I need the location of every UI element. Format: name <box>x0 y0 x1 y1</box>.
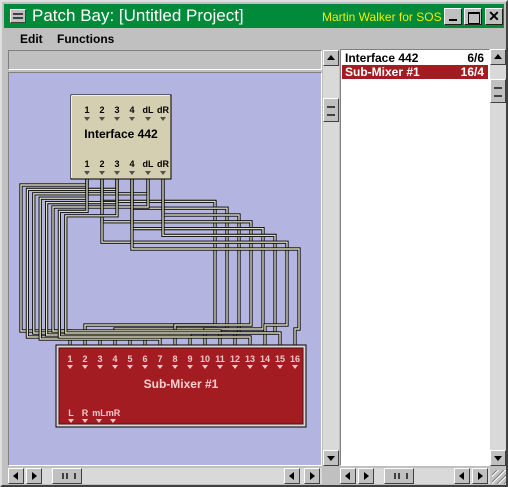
interface-input-label: dR <box>157 105 169 115</box>
device-list-item[interactable]: Sub-Mixer #1 16/4 <box>342 65 488 79</box>
submixer-input-label: 9 <box>187 354 192 364</box>
device-list[interactable]: Interface 442 6/6 Sub-Mixer #1 16/4 <box>340 49 490 466</box>
interface-device[interactable]: 1 2 3 4 dL dR 1 2 3 4 dL dR Interface 442 <box>70 94 172 180</box>
scroll-left-icon[interactable] <box>8 468 24 484</box>
list-scroll-left-end-icon[interactable] <box>454 468 470 484</box>
title-credit: Martin Walker for SOS <box>322 10 442 24</box>
list-scroll-up-icon[interactable] <box>490 49 506 65</box>
interface-output-label: 3 <box>114 159 119 169</box>
submixer-input-label: 16 <box>290 354 300 364</box>
submixer-input-label: 15 <box>275 354 285 364</box>
patch-canvas[interactable]: 1 2 3 4 dL dR 1 2 3 4 dL dR Interface 442 12345678… <box>8 72 322 466</box>
scroll-thumb[interactable] <box>323 98 339 122</box>
device-list-name: Interface 442 <box>345 51 419 65</box>
submixer-input-label: 8 <box>172 354 177 364</box>
interface-input-label: 3 <box>114 105 119 115</box>
list-vertical-scrollbar[interactable] <box>490 49 506 466</box>
list-scroll-right-icon[interactable] <box>358 468 374 484</box>
device-list-count: 6/6 <box>467 51 484 65</box>
canvas-horizontal-scrollbar[interactable] <box>8 468 322 484</box>
submixer-input-label: 2 <box>82 354 87 364</box>
list-scroll-down-icon[interactable] <box>490 450 506 466</box>
scroll-right-icon[interactable] <box>26 468 42 484</box>
canvas-header <box>8 50 322 70</box>
interface-output-label: 2 <box>99 159 104 169</box>
patch-diagram: 1 2 3 4 dL dR 1 2 3 4 dL dR Interface 442 12345678… <box>19 94 307 428</box>
interface-input-label: 4 <box>129 105 134 115</box>
list-scroll-left-icon[interactable] <box>340 468 356 484</box>
interface-input-label: dL <box>143 105 154 115</box>
menu-functions[interactable]: Functions <box>57 32 114 46</box>
scroll-thumb-horizontal[interactable] <box>52 468 82 484</box>
device-list-item[interactable]: Interface 442 6/6 <box>342 51 488 65</box>
scroll-right-end-icon[interactable] <box>304 468 320 484</box>
submixer-input-label: 10 <box>200 354 210 364</box>
scroll-left-end-icon[interactable] <box>284 468 300 484</box>
menu-edit[interactable]: Edit <box>20 32 43 46</box>
submixer-output-label: L <box>68 408 74 418</box>
submixer-input-label: 4 <box>112 354 117 364</box>
patch-bay-window: Patch Bay: [Untitled Project] Martin Wal… <box>0 0 508 487</box>
interface-input-label: 2 <box>99 105 104 115</box>
list-horizontal-scrollbar[interactable] <box>340 468 490 484</box>
submixer-input-label: 5 <box>127 354 132 364</box>
submixer-output-label: R <box>82 408 89 418</box>
patch-cable-core <box>65 177 281 361</box>
list-scroll-right-end-icon[interactable] <box>472 468 488 484</box>
resize-grip-icon[interactable] <box>492 470 506 484</box>
canvas-vertical-scrollbar[interactable] <box>323 50 339 466</box>
device-list-count: 16/4 <box>460 65 484 79</box>
maximize-button[interactable] <box>464 8 482 25</box>
submixer-input-label: 1 <box>67 354 72 364</box>
interface-output-label: 1 <box>84 159 89 169</box>
submixer-input-label: 3 <box>97 354 102 364</box>
list-scroll-thumb-horizontal[interactable] <box>384 468 414 484</box>
minimize-button[interactable] <box>444 8 462 25</box>
title-bar[interactable]: Patch Bay: [Untitled Project] Martin Wal… <box>4 4 504 28</box>
window-title: Patch Bay: [Untitled Project] <box>32 6 244 25</box>
menu-bar: Edit Functions <box>4 29 504 49</box>
device-list-name: Sub-Mixer #1 <box>345 65 420 79</box>
submixer-output-label: mR <box>106 408 121 418</box>
window-menu-icon[interactable] <box>10 9 26 23</box>
interface-output-label: dR <box>157 159 169 169</box>
submixer-input-label: 6 <box>142 354 147 364</box>
list-scroll-thumb[interactable] <box>490 79 506 103</box>
submixer-input-label: 7 <box>157 354 162 364</box>
submixer-output-label: mL <box>92 408 106 418</box>
submixer-input-label: 14 <box>260 354 270 364</box>
interface-output-label: dL <box>143 159 154 169</box>
close-button[interactable]: ✕ <box>485 8 503 25</box>
submixer-input-label: 12 <box>230 354 240 364</box>
scroll-down-icon[interactable] <box>323 450 339 466</box>
interface-input-label: 1 <box>84 105 89 115</box>
submixer-device-name: Sub-Mixer #1 <box>144 377 219 391</box>
interface-device-name: Interface 442 <box>84 127 158 141</box>
patch-cables <box>19 177 301 361</box>
interface-output-label: 4 <box>129 159 134 169</box>
submixer-input-label: 13 <box>245 354 255 364</box>
submixer-input-label: 11 <box>215 354 225 364</box>
close-icon: ✕ <box>488 8 500 24</box>
scroll-up-icon[interactable] <box>323 50 339 66</box>
submixer-device[interactable]: 1 2 3 4 5 6 7 8 9 10 11 12 13 14 15 16 L RmL mR Sub-Mixer… <box>55 344 307 428</box>
